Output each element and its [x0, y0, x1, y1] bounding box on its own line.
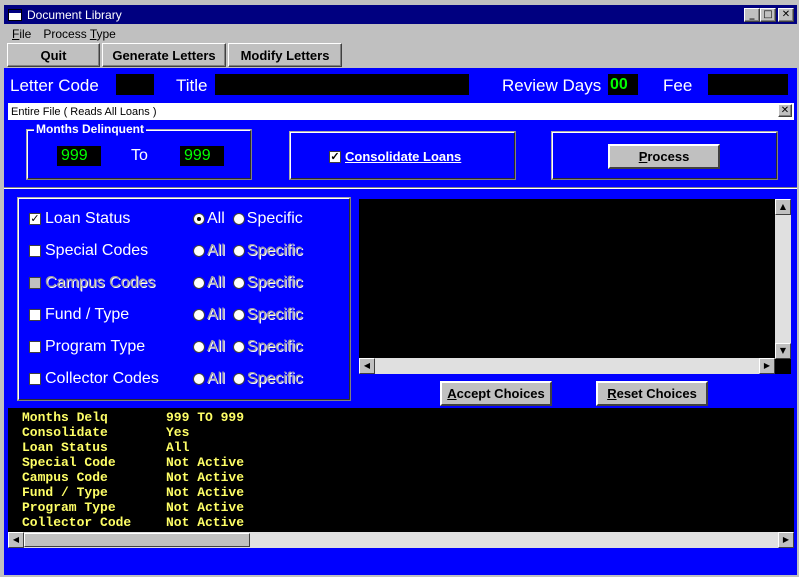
collector-codes-label: Collector Codes: [45, 370, 159, 387]
program-type-all-radio: All: [193, 338, 225, 356]
fund-type-label: Fund / Type: [45, 306, 130, 323]
fund-type-specific-radio: Specific: [232, 306, 303, 324]
menu-bar: File Process Type: [4, 25, 797, 43]
criteria-row-fund-type: Fund / Type All Specific: [29, 304, 349, 326]
criteria-row-collector-codes: Collector Codes All Specific: [29, 368, 349, 390]
criteria-row-campus-codes: Campus Codes All Specific: [29, 272, 349, 294]
summary-row: Loan Status All: [22, 440, 190, 455]
choices-list[interactable]: ▲ ▼ ◀ ▶: [359, 199, 791, 374]
scroll-right-arrow-icon[interactable]: ▶: [759, 358, 775, 374]
letter-header: Letter Code Title Review Days 00 Fee: [4, 74, 797, 96]
process-button[interactable]: Process: [608, 144, 720, 169]
main-panel: Letter Code Title Review Days 00 Fee Ent…: [4, 68, 797, 575]
section-divider: [4, 187, 797, 189]
collector-codes-specific-radio: Specific: [232, 370, 303, 388]
fund-type-all-radio: All: [193, 306, 225, 324]
special-codes-specific-radio: Specific: [232, 242, 303, 260]
special-codes-label: Special Codes: [45, 242, 149, 259]
close-button[interactable]: ✕: [778, 7, 794, 22]
campus-codes-all-radio: All: [193, 274, 225, 292]
summary-row: Consolidate Yes: [22, 425, 190, 440]
selection-summary: Months Delq 999 TO 999 Consolidate Yes Loa…: [8, 408, 794, 548]
title-label: Title: [176, 76, 208, 95]
child-close-button[interactable]: ✕: [778, 104, 792, 117]
maximize-button[interactable]: □: [760, 7, 776, 22]
consolidate-check-icon: ✓: [329, 150, 341, 163]
letter-code-label: Letter Code: [10, 76, 99, 95]
generate-letters-button[interactable]: Generate Letters: [102, 43, 226, 67]
campus-codes-label: Campus Codes: [45, 274, 156, 291]
months-delinquent-group: Months Delinquent 999 To 999: [26, 122, 252, 180]
loan-status-specific-radio[interactable]: Specific: [232, 210, 303, 228]
summary-row: Special Code Not Active: [22, 455, 245, 470]
choices-horizontal-scrollbar[interactable]: ◀ ▶: [359, 358, 775, 374]
collector-codes-checkbox[interactable]: [29, 373, 41, 385]
child-window-title: Entire File ( Reads All Loans ): [11, 105, 157, 118]
scroll-left-arrow-icon[interactable]: ◀: [359, 358, 375, 374]
criteria-group: ✓ Loan Status All Specific Special Codes…: [17, 197, 351, 401]
months-delinquent-legend: Months Delinquent: [34, 122, 146, 136]
modify-letters-button[interactable]: Modify Letters: [228, 43, 342, 67]
loan-status-all-radio[interactable]: All: [193, 210, 225, 228]
summary-horizontal-scrollbar[interactable]: ◀ ▶: [8, 532, 794, 548]
menu-process-type[interactable]: Process Type: [43, 27, 116, 41]
minimize-button[interactable]: _: [744, 7, 760, 22]
fee-label: Fee: [663, 76, 693, 95]
title-field[interactable]: [215, 74, 469, 95]
fee-field[interactable]: [708, 74, 788, 95]
scroll-up-arrow-icon[interactable]: ▲: [775, 199, 791, 215]
criteria-row-program-type: Program Type All Specific: [29, 336, 349, 358]
summary-row: Fund / Type Not Active: [22, 485, 245, 500]
letter-code-field[interactable]: [116, 74, 154, 95]
consolidate-group: ✓ Consolidate Loans: [289, 131, 516, 180]
criteria-row-special-codes: Special Codes All Specific: [29, 240, 349, 262]
criteria-row-loan-status: ✓ Loan Status All Specific: [29, 208, 349, 230]
document-library-window: Document Library _ □ ✕ File Process Type…: [0, 0, 799, 577]
reset-choices-button[interactable]: Reset Choices: [596, 381, 708, 406]
months-to-label: To: [131, 147, 148, 164]
months-to-field[interactable]: 999: [180, 146, 224, 166]
summary-row: Collector Code Not Active: [22, 515, 245, 530]
review-days-label: Review Days: [502, 76, 602, 95]
accept-choices-button[interactable]: Accept Choices: [440, 381, 552, 406]
quit-button[interactable]: Quit: [7, 43, 100, 67]
menu-file[interactable]: File: [12, 27, 31, 41]
summary-scroll-thumb[interactable]: [24, 533, 250, 547]
summary-scroll-right-arrow-icon[interactable]: ▶: [778, 532, 794, 548]
collector-codes-all-radio: All: [193, 370, 225, 388]
fund-type-checkbox[interactable]: [29, 309, 41, 321]
title-bar[interactable]: Document Library _ □ ✕: [4, 5, 797, 24]
summary-row: Campus Code Not Active: [22, 470, 245, 485]
months-from-field[interactable]: 999: [57, 146, 101, 166]
loan-status-checkbox[interactable]: ✓: [29, 213, 41, 225]
loan-status-label: Loan Status: [45, 210, 131, 227]
app-window-icon: [8, 8, 22, 21]
consolidate-loans-checkbox[interactable]: ✓ Consolidate Loans: [329, 149, 461, 164]
review-days-field[interactable]: 00: [608, 74, 638, 95]
toolbar: Quit Generate Letters Modify Letters: [4, 43, 797, 68]
program-type-checkbox[interactable]: [29, 341, 41, 353]
campus-codes-specific-radio: Specific: [232, 274, 303, 292]
window-title: Document Library: [27, 7, 122, 22]
campus-codes-checkbox: [29, 277, 41, 289]
program-type-label: Program Type: [45, 338, 146, 355]
summary-scroll-left-arrow-icon[interactable]: ◀: [8, 532, 24, 548]
special-codes-checkbox[interactable]: [29, 245, 41, 257]
summary-row: Months Delq 999 TO 999: [22, 410, 245, 425]
special-codes-all-radio: All: [193, 242, 225, 260]
consolidate-loans-label: Consolidate Loans: [345, 149, 462, 164]
process-group: Process: [551, 131, 778, 180]
program-type-specific-radio: Specific: [232, 338, 303, 356]
summary-row: Program Type Not Active: [22, 500, 245, 515]
child-window-title-bar[interactable]: Entire File ( Reads All Loans ) ✕: [8, 103, 794, 120]
scroll-down-arrow-icon[interactable]: ▼: [775, 343, 791, 359]
choices-vertical-scrollbar[interactable]: ▲ ▼: [775, 199, 791, 359]
